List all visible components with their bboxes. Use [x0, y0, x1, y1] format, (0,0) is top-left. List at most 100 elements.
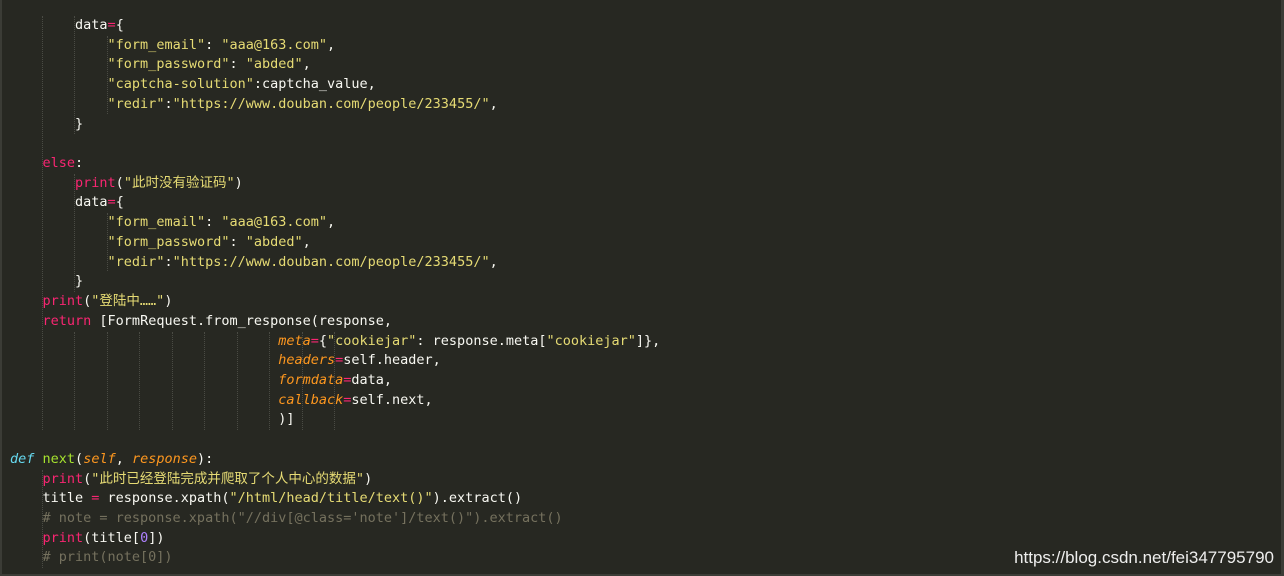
string-token: "cookiejar" — [327, 332, 417, 349]
keyword-token: else — [42, 155, 76, 172]
editor-left-edge — [0, 0, 2, 576]
code-line[interactable]: data={ — [10, 16, 660, 36]
string-token: "aaa@163.com" — [221, 214, 328, 231]
code-line[interactable]: title = response.xpath("/html/head/title… — [10, 489, 660, 509]
code-line[interactable] — [10, 134, 660, 154]
keyword-token: print — [75, 174, 116, 191]
code-text: { — [115, 17, 124, 33]
argument-token: self — [83, 450, 116, 467]
code-line[interactable]: def next(self, response): — [10, 450, 660, 470]
string-token: "form_password" — [107, 56, 230, 73]
string-token: "/html/head/title/text()" — [229, 490, 433, 507]
argument-token: headers — [278, 352, 336, 369]
argument-token: callback — [278, 391, 344, 408]
keyword-token: print — [42, 529, 84, 546]
code-line[interactable]: headers=self.header, — [10, 351, 660, 371]
code-text: data — [10, 194, 108, 211]
code-text: )] — [10, 411, 295, 428]
keyword-token: print — [42, 470, 84, 487]
code-line[interactable] — [10, 430, 660, 450]
code-line[interactable]: callback=self.next, — [10, 391, 660, 411]
string-token: "redir" — [107, 95, 165, 112]
string-token: "captcha-solution" — [107, 76, 254, 93]
code-text: , — [302, 56, 311, 73]
code-line[interactable]: "form_password": "abded", — [10, 233, 660, 253]
code-line[interactable]: "form_email": "aaa@163.com", — [10, 213, 660, 233]
code-line[interactable]: # note = response.xpath("//div[@class='n… — [10, 509, 660, 529]
argument-token: formdata — [278, 371, 344, 388]
code-text: :captcha_value, — [253, 76, 376, 93]
code-text: data, — [351, 371, 393, 388]
code-line[interactable]: data={ — [10, 193, 660, 213]
code-line[interactable]: # print(note[0]) — [10, 548, 660, 568]
code-text: ): — [197, 450, 214, 467]
code-line[interactable]: "captcha-solution":captcha_value, — [10, 75, 660, 95]
operator-token: = — [310, 332, 319, 349]
string-token: "此时已经登陆完成并爬取了个人中心的数据" — [91, 470, 365, 487]
code-text: , — [302, 233, 311, 250]
comment-token: # note = response.xpath("//div[@class='n… — [10, 509, 563, 526]
code-line[interactable]: print("此时已经登陆完成并爬取了个人中心的数据") — [10, 470, 660, 490]
code-line[interactable]: "redir":"https://www.douban.com/people/2… — [10, 95, 660, 115]
code-text: : — [229, 233, 246, 250]
string-token: "登陆中……" — [91, 293, 165, 310]
string-token: "form_password" — [107, 233, 230, 250]
code-text: : response.meta[ — [416, 332, 547, 349]
comment-token: # print(note[0]) — [10, 549, 173, 566]
code-text: } — [10, 115, 84, 132]
code-line[interactable]: } — [10, 115, 660, 135]
code-line[interactable]: } — [10, 272, 660, 292]
code-text: title — [10, 490, 92, 507]
code-line[interactable]: "form_password": "abded", — [10, 55, 660, 75]
code-line[interactable]: "form_email": "aaa@163.com", — [10, 36, 660, 56]
code-line[interactable]: formdata=data, — [10, 371, 660, 391]
code-text: : — [229, 56, 246, 73]
code-text: ( — [75, 450, 84, 467]
argument-token: meta — [278, 332, 311, 349]
string-token: "https://www.douban.com/people/233455/" — [172, 253, 490, 270]
operator-token: = — [107, 17, 116, 33]
code-text: , — [327, 214, 336, 231]
code-text: : — [205, 36, 222, 53]
code-text: , — [489, 95, 498, 112]
code-text: [FormRequest.from_response(response, — [91, 312, 393, 329]
code-text: self.header, — [343, 352, 441, 369]
code-editor[interactable]: data={ "form_email": "aaa@163.com", "for… — [0, 0, 1284, 576]
code-line[interactable]: print("此时没有验证码") — [10, 174, 660, 194]
code-text: , — [327, 36, 336, 53]
code-line[interactable]: )] — [10, 410, 660, 430]
argument-token: response — [131, 450, 197, 467]
code-line[interactable]: else: — [10, 154, 660, 174]
keyword-token: return — [42, 312, 92, 329]
operator-token: = — [107, 194, 116, 211]
code-area[interactable]: data={ "form_email": "aaa@163.com", "for… — [10, 16, 660, 568]
code-text: ( — [115, 174, 124, 191]
code-text: ).extract() — [432, 490, 523, 507]
code-line[interactable]: "redir":"https://www.douban.com/people/2… — [10, 253, 660, 273]
code-text: response.xpath( — [99, 490, 230, 507]
code-text: ) — [364, 470, 373, 487]
code-text: ]}, — [635, 332, 661, 349]
function-name-token: next — [42, 450, 76, 467]
number-token: 0 — [140, 529, 149, 546]
code-line[interactable]: meta={"cookiejar": response.meta["cookie… — [10, 332, 660, 352]
code-line[interactable]: return [FormRequest.from_response(respon… — [10, 312, 660, 332]
code-line[interactable]: print("登陆中……") — [10, 292, 660, 312]
code-text: : — [205, 214, 222, 231]
code-text: : — [164, 253, 173, 270]
code-text: } — [10, 273, 84, 290]
code-line[interactable]: print(title[0]) — [10, 529, 660, 549]
